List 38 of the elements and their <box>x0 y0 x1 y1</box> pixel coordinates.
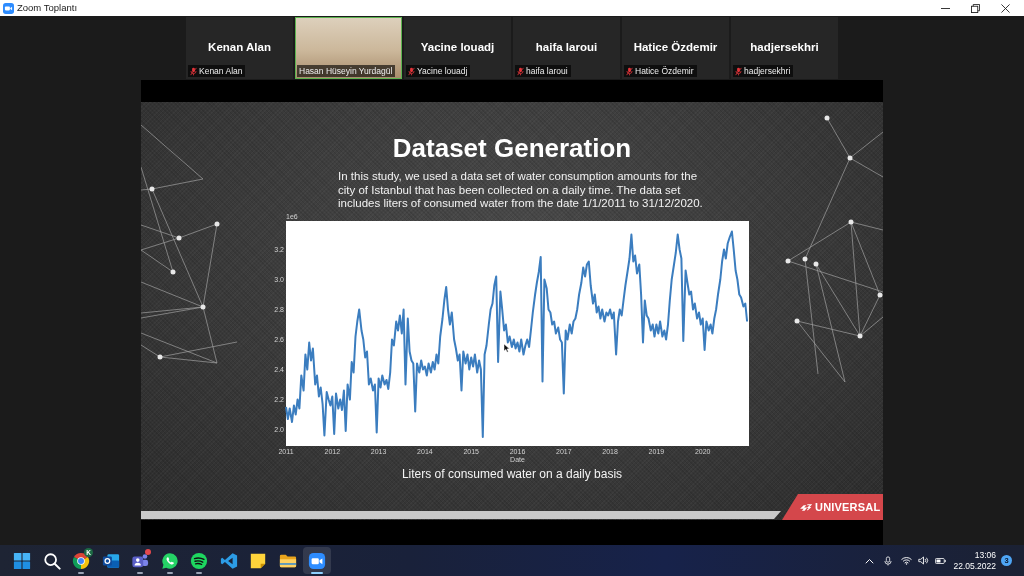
search-icon <box>42 551 61 570</box>
folded-ribbon-icon <box>219 551 238 570</box>
mouse-pointer-icon <box>503 343 510 352</box>
four-squares-icon <box>13 551 31 570</box>
slide-text: In this study, we used a data set of water consumption amounts for the city of Istanbul that has been collected on a daily time. The data set includes liters of consumed water from the date 1/1/2011 to 31/12/2020. <box>338 170 703 211</box>
wifi-icon <box>901 556 912 565</box>
people-tile-icon <box>131 551 149 570</box>
name-label: Hasan Hüseyin Yurdagül <box>299 66 393 76</box>
participant-name: Yacine louadj <box>420 41 495 53</box>
phone-bubble-icon <box>160 551 179 570</box>
taskbar-button[interactable] <box>303 547 331 574</box>
name-label: Kenan Alan <box>199 66 243 76</box>
chevron-up-icon <box>864 557 874 564</box>
close-icon <box>1000 3 1010 13</box>
tricolor-circle-icon <box>72 551 90 570</box>
restore-icon <box>970 3 980 13</box>
name-label: Hatice Özdemir <box>635 66 694 76</box>
participant-name: hadjersekhri <box>750 41 819 53</box>
participant-name: haifa laroui <box>535 41 598 53</box>
curved-lines-circle-icon <box>190 551 208 570</box>
participant-name: Hatice Özdemir <box>633 41 718 53</box>
clock-button[interactable]: 13:06 22.05.2022 <box>956 547 1000 574</box>
ring-tile-icon <box>101 551 120 570</box>
chart-caption: Liters of consumed water on a daily basis <box>401 466 623 481</box>
speaker-icon <box>918 556 929 565</box>
logo-text: UNIVERSAL <box>815 501 881 513</box>
sticky-note-icon <box>249 551 267 570</box>
logo-mark-icon <box>799 502 812 512</box>
minimize-icon <box>940 7 950 9</box>
name-label: Yacine louadj <box>417 66 468 76</box>
participant-name: Kenan Alan <box>208 41 271 53</box>
microphone-icon <box>884 555 892 566</box>
name-label: haifa laroui <box>526 66 568 76</box>
window-title: Zoom Toplantı <box>17 1 78 15</box>
video-camera-icon <box>308 551 326 570</box>
battery-icon <box>935 557 946 564</box>
name-label: hadjersekhri <box>744 66 791 76</box>
slide-title: Dataset Generation <box>392 133 632 163</box>
